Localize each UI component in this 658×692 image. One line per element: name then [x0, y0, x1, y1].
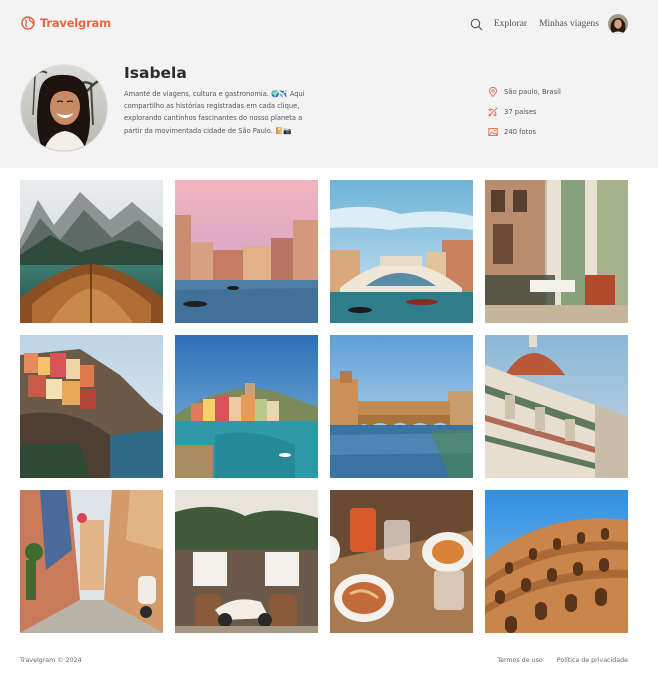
- photo-vernazza[interactable]: [175, 335, 318, 478]
- profile-stats: São paulo, Brasil 37 países 240 fotos: [488, 82, 561, 142]
- globe-icon: [21, 16, 35, 30]
- photo-rialto-bridge[interactable]: [330, 180, 473, 323]
- photo-florence-duomo[interactable]: [485, 335, 628, 478]
- photo-spritz-dinner[interactable]: [330, 490, 473, 633]
- search-icon[interactable]: [470, 18, 483, 31]
- footer-links: Termos de uso Política de privacidade: [485, 657, 628, 664]
- terms-link[interactable]: Termos de uso: [497, 657, 542, 664]
- photo-gallery: [20, 180, 628, 633]
- photo-colosseum[interactable]: [485, 490, 628, 633]
- stat-photos: 240 fotos: [488, 122, 561, 142]
- brand-logo[interactable]: Travelgram: [21, 16, 111, 30]
- profile-name: Isabela: [124, 64, 187, 82]
- nav-explore[interactable]: Explorar: [494, 19, 527, 29]
- photo-venice-canal[interactable]: [175, 180, 318, 323]
- stat-location: São paulo, Brasil: [488, 82, 561, 102]
- stat-countries-label: 37 países: [504, 108, 537, 116]
- photo-manarola[interactable]: [20, 335, 163, 478]
- stat-location-label: São paulo, Brasil: [504, 88, 561, 96]
- brand-name: Travelgram: [40, 16, 111, 30]
- stat-photos-label: 240 fotos: [504, 128, 537, 136]
- user-avatar[interactable]: [608, 14, 628, 34]
- privacy-link[interactable]: Política de privacidade: [557, 657, 628, 664]
- profile-bio: Amante de viagens, cultura e gastronomia…: [124, 90, 305, 135]
- photo-venice-cafe[interactable]: [485, 180, 628, 323]
- stat-countries: 37 países: [488, 102, 561, 122]
- profile-avatar: [20, 64, 108, 152]
- image-icon: [488, 128, 498, 136]
- photo-italian-alley[interactable]: [20, 490, 163, 633]
- airplane-icon: [488, 107, 498, 117]
- footer: Travelgram © 2024 Termos de uso Política…: [20, 657, 628, 664]
- photo-lake-boat[interactable]: [20, 180, 163, 323]
- top-nav: Explorar Minhas viagens: [470, 14, 628, 34]
- nav-my-trips[interactable]: Minhas viagens: [539, 19, 599, 29]
- photo-vespa-shop[interactable]: [175, 490, 318, 633]
- footer-copyright: Travelgram © 2024: [20, 657, 82, 664]
- photo-ponte-vecchio[interactable]: [330, 335, 473, 478]
- location-pin-icon: [489, 87, 497, 97]
